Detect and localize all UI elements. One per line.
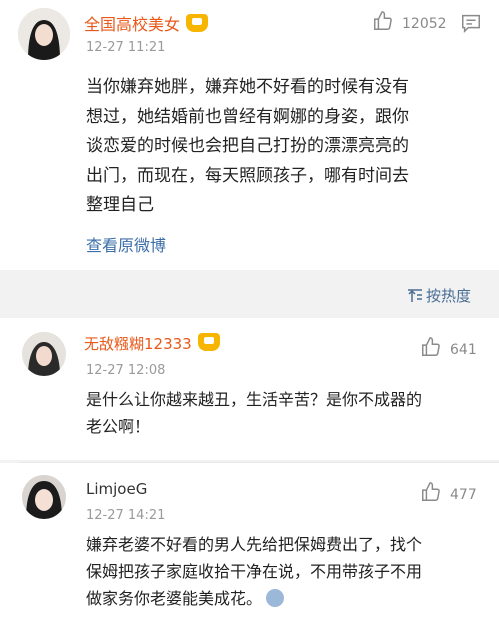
view-original-link[interactable]: 查看原微博 <box>86 232 166 256</box>
thumbs-up-icon <box>422 337 440 356</box>
comment-line: 保姆把孩子家庭收拾干净在说，不用带孩子不用 <box>86 562 423 581</box>
comment-body: 嫌弃老婆不好看的男人先给把保姆费出了，找个 保姆把孩子家庭收拾干净在说，不用带孩… <box>86 531 486 612</box>
thumbs-up-icon <box>422 482 440 501</box>
post-line: 整理自己 <box>86 195 154 215</box>
comment-like-button[interactable]: 477 <box>420 481 477 503</box>
post-line: 出门，而现在，每天照顾孩子，哪有时间去 <box>86 165 409 186</box>
post-like-button[interactable]: 12052 <box>372 10 447 32</box>
author-avatar[interactable] <box>18 8 70 60</box>
comment-line: 是什么让你越来越丑，生活辛苦？是你不成器的 <box>86 390 423 409</box>
commenter-avatar[interactable] <box>22 332 66 376</box>
post-time: 12-27 11:21 <box>86 40 166 55</box>
comment-icon[interactable] <box>460 12 482 38</box>
thumbs-up-icon <box>374 11 392 30</box>
comment-line: 做家务你老婆能美成花。 <box>86 585 486 612</box>
sort-icon <box>407 289 422 302</box>
crown-badge-icon <box>186 14 209 32</box>
post-body: 当你嫌弃她胖，嫌弃她不好看的时候有没有 想过，她结婚前也曾经有婀娜的身姿，跟你 … <box>86 73 486 221</box>
post-line: 当你嫌弃她胖，嫌弃她不好看的时候有没有 <box>86 77 409 97</box>
post-card: 全国高校美女 12-27 11:21 12052 当你嫌弃她胖，嫌弃她不好看的时… <box>0 0 499 270</box>
comment-time: 12-27 14:21 <box>86 508 166 523</box>
sort-by-hot-button[interactable]: 按热度 <box>407 285 471 306</box>
author-name[interactable]: 全国高校美女 <box>84 11 209 35</box>
comment-line: 老公啊！ <box>86 417 151 436</box>
comment-item: 无敌糨糊12333 12-27 12:08 641 是什么让你越来越丑，生活辛苦… <box>0 318 499 460</box>
post-line: 谈恋爱的时候也会把自己打扮的漂漂亮亮的 <box>86 136 409 156</box>
comment-body: 是什么让你越来越丑，生活辛苦？是你不成器的 老公啊！ <box>86 386 486 440</box>
crown-badge-icon <box>197 333 220 351</box>
emoji-icon <box>266 589 285 607</box>
commenter-avatar[interactable] <box>22 475 66 519</box>
post-line: 想过，她结婚前也曾经有婀娜的身姿，跟你 <box>86 106 409 127</box>
comment-item: LimjoeG 12-27 14:21 477 嫌弃老婆不好看的男人先给把保姆费… <box>0 463 499 634</box>
comment-time: 12-27 12:08 <box>86 363 166 378</box>
comment-line: 嫌弃老婆不好看的男人先给把保姆费出了，找个 <box>86 535 423 554</box>
commenter-name[interactable]: 无敌糨糊12333 <box>84 333 220 354</box>
comment-like-button[interactable]: 641 <box>420 336 477 358</box>
commenter-name[interactable]: LimjoeG <box>86 480 147 498</box>
